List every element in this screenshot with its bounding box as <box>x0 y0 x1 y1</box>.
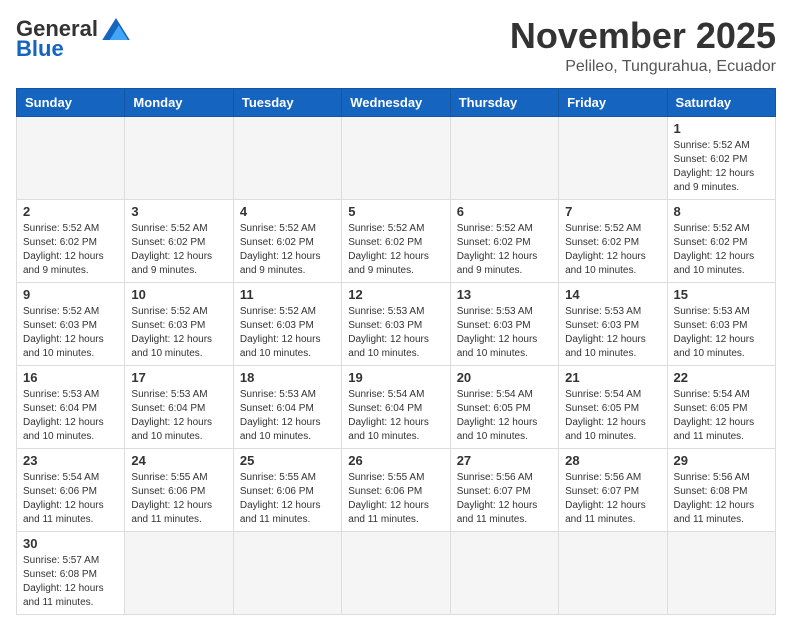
day-16: 16 Sunrise: 5:53 AMSunset: 6:04 PMDaylig… <box>17 365 125 448</box>
day-12: 12 Sunrise: 5:53 AMSunset: 6:03 PMDaylig… <box>342 282 450 365</box>
day-23: 23 Sunrise: 5:54 AMSunset: 6:06 PMDaylig… <box>17 448 125 531</box>
empty-cell <box>125 531 233 614</box>
empty-cell <box>559 116 667 199</box>
page-header: General Blue November 2025 Pelileo, Tung… <box>16 16 776 76</box>
header-sunday: Sunday <box>17 88 125 116</box>
empty-cell <box>667 531 775 614</box>
day-8: 8 Sunrise: 5:52 AMSunset: 6:02 PMDayligh… <box>667 199 775 282</box>
day-22: 22 Sunrise: 5:54 AMSunset: 6:05 PMDaylig… <box>667 365 775 448</box>
day-19: 19 Sunrise: 5:54 AMSunset: 6:04 PMDaylig… <box>342 365 450 448</box>
day-10: 10 Sunrise: 5:52 AMSunset: 6:03 PMDaylig… <box>125 282 233 365</box>
header-saturday: Saturday <box>667 88 775 116</box>
day-21: 21 Sunrise: 5:54 AMSunset: 6:05 PMDaylig… <box>559 365 667 448</box>
header-thursday: Thursday <box>450 88 558 116</box>
header-monday: Monday <box>125 88 233 116</box>
day-4: 4 Sunrise: 5:52 AMSunset: 6:02 PMDayligh… <box>233 199 341 282</box>
calendar-row-2: 2 Sunrise: 5:52 AMSunset: 6:02 PMDayligh… <box>17 199 776 282</box>
header-friday: Friday <box>559 88 667 116</box>
calendar-row-6: 30 Sunrise: 5:57 AMSunset: 6:08 PMDaylig… <box>17 531 776 614</box>
day-25: 25 Sunrise: 5:55 AMSunset: 6:06 PMDaylig… <box>233 448 341 531</box>
empty-cell <box>342 116 450 199</box>
empty-cell <box>125 116 233 199</box>
day-3: 3 Sunrise: 5:52 AMSunset: 6:02 PMDayligh… <box>125 199 233 282</box>
empty-cell <box>342 531 450 614</box>
empty-cell <box>233 116 341 199</box>
day-27: 27 Sunrise: 5:56 AMSunset: 6:07 PMDaylig… <box>450 448 558 531</box>
calendar-row-1: 1 Sunrise: 5:52 AMSunset: 6:02 PMDayligh… <box>17 116 776 199</box>
logo: General Blue <box>16 16 130 62</box>
day-5: 5 Sunrise: 5:52 AMSunset: 6:02 PMDayligh… <box>342 199 450 282</box>
calendar-row-5: 23 Sunrise: 5:54 AMSunset: 6:06 PMDaylig… <box>17 448 776 531</box>
calendar-row-4: 16 Sunrise: 5:53 AMSunset: 6:04 PMDaylig… <box>17 365 776 448</box>
logo-blue-text: Blue <box>16 36 64 62</box>
day-28: 28 Sunrise: 5:56 AMSunset: 6:07 PMDaylig… <box>559 448 667 531</box>
calendar-row-3: 9 Sunrise: 5:52 AMSunset: 6:03 PMDayligh… <box>17 282 776 365</box>
month-title: November 2025 <box>510 16 776 56</box>
day-13: 13 Sunrise: 5:53 AMSunset: 6:03 PMDaylig… <box>450 282 558 365</box>
day-15: 15 Sunrise: 5:53 AMSunset: 6:03 PMDaylig… <box>667 282 775 365</box>
weekday-header-row: Sunday Monday Tuesday Wednesday Thursday… <box>17 88 776 116</box>
day-7: 7 Sunrise: 5:52 AMSunset: 6:02 PMDayligh… <box>559 199 667 282</box>
calendar-table: Sunday Monday Tuesday Wednesday Thursday… <box>16 88 776 615</box>
day-29: 29 Sunrise: 5:56 AMSunset: 6:08 PMDaylig… <box>667 448 775 531</box>
header-wednesday: Wednesday <box>342 88 450 116</box>
day-6: 6 Sunrise: 5:52 AMSunset: 6:02 PMDayligh… <box>450 199 558 282</box>
empty-cell <box>17 116 125 199</box>
empty-cell <box>450 116 558 199</box>
day-9: 9 Sunrise: 5:52 AMSunset: 6:03 PMDayligh… <box>17 282 125 365</box>
day-14: 14 Sunrise: 5:53 AMSunset: 6:03 PMDaylig… <box>559 282 667 365</box>
day-24: 24 Sunrise: 5:55 AMSunset: 6:06 PMDaylig… <box>125 448 233 531</box>
calendar-title-area: November 2025 Pelileo, Tungurahua, Ecuad… <box>510 16 776 76</box>
location-title: Pelileo, Tungurahua, Ecuador <box>510 58 776 76</box>
empty-cell <box>559 531 667 614</box>
logo-icon <box>102 18 130 40</box>
day-20: 20 Sunrise: 5:54 AMSunset: 6:05 PMDaylig… <box>450 365 558 448</box>
day-30: 30 Sunrise: 5:57 AMSunset: 6:08 PMDaylig… <box>17 531 125 614</box>
header-tuesday: Tuesday <box>233 88 341 116</box>
day-2: 2 Sunrise: 5:52 AMSunset: 6:02 PMDayligh… <box>17 199 125 282</box>
empty-cell <box>233 531 341 614</box>
empty-cell <box>450 531 558 614</box>
day-1: 1 Sunrise: 5:52 AMSunset: 6:02 PMDayligh… <box>667 116 775 199</box>
day-18: 18 Sunrise: 5:53 AMSunset: 6:04 PMDaylig… <box>233 365 341 448</box>
day-11: 11 Sunrise: 5:52 AMSunset: 6:03 PMDaylig… <box>233 282 341 365</box>
day-26: 26 Sunrise: 5:55 AMSunset: 6:06 PMDaylig… <box>342 448 450 531</box>
day-17: 17 Sunrise: 5:53 AMSunset: 6:04 PMDaylig… <box>125 365 233 448</box>
